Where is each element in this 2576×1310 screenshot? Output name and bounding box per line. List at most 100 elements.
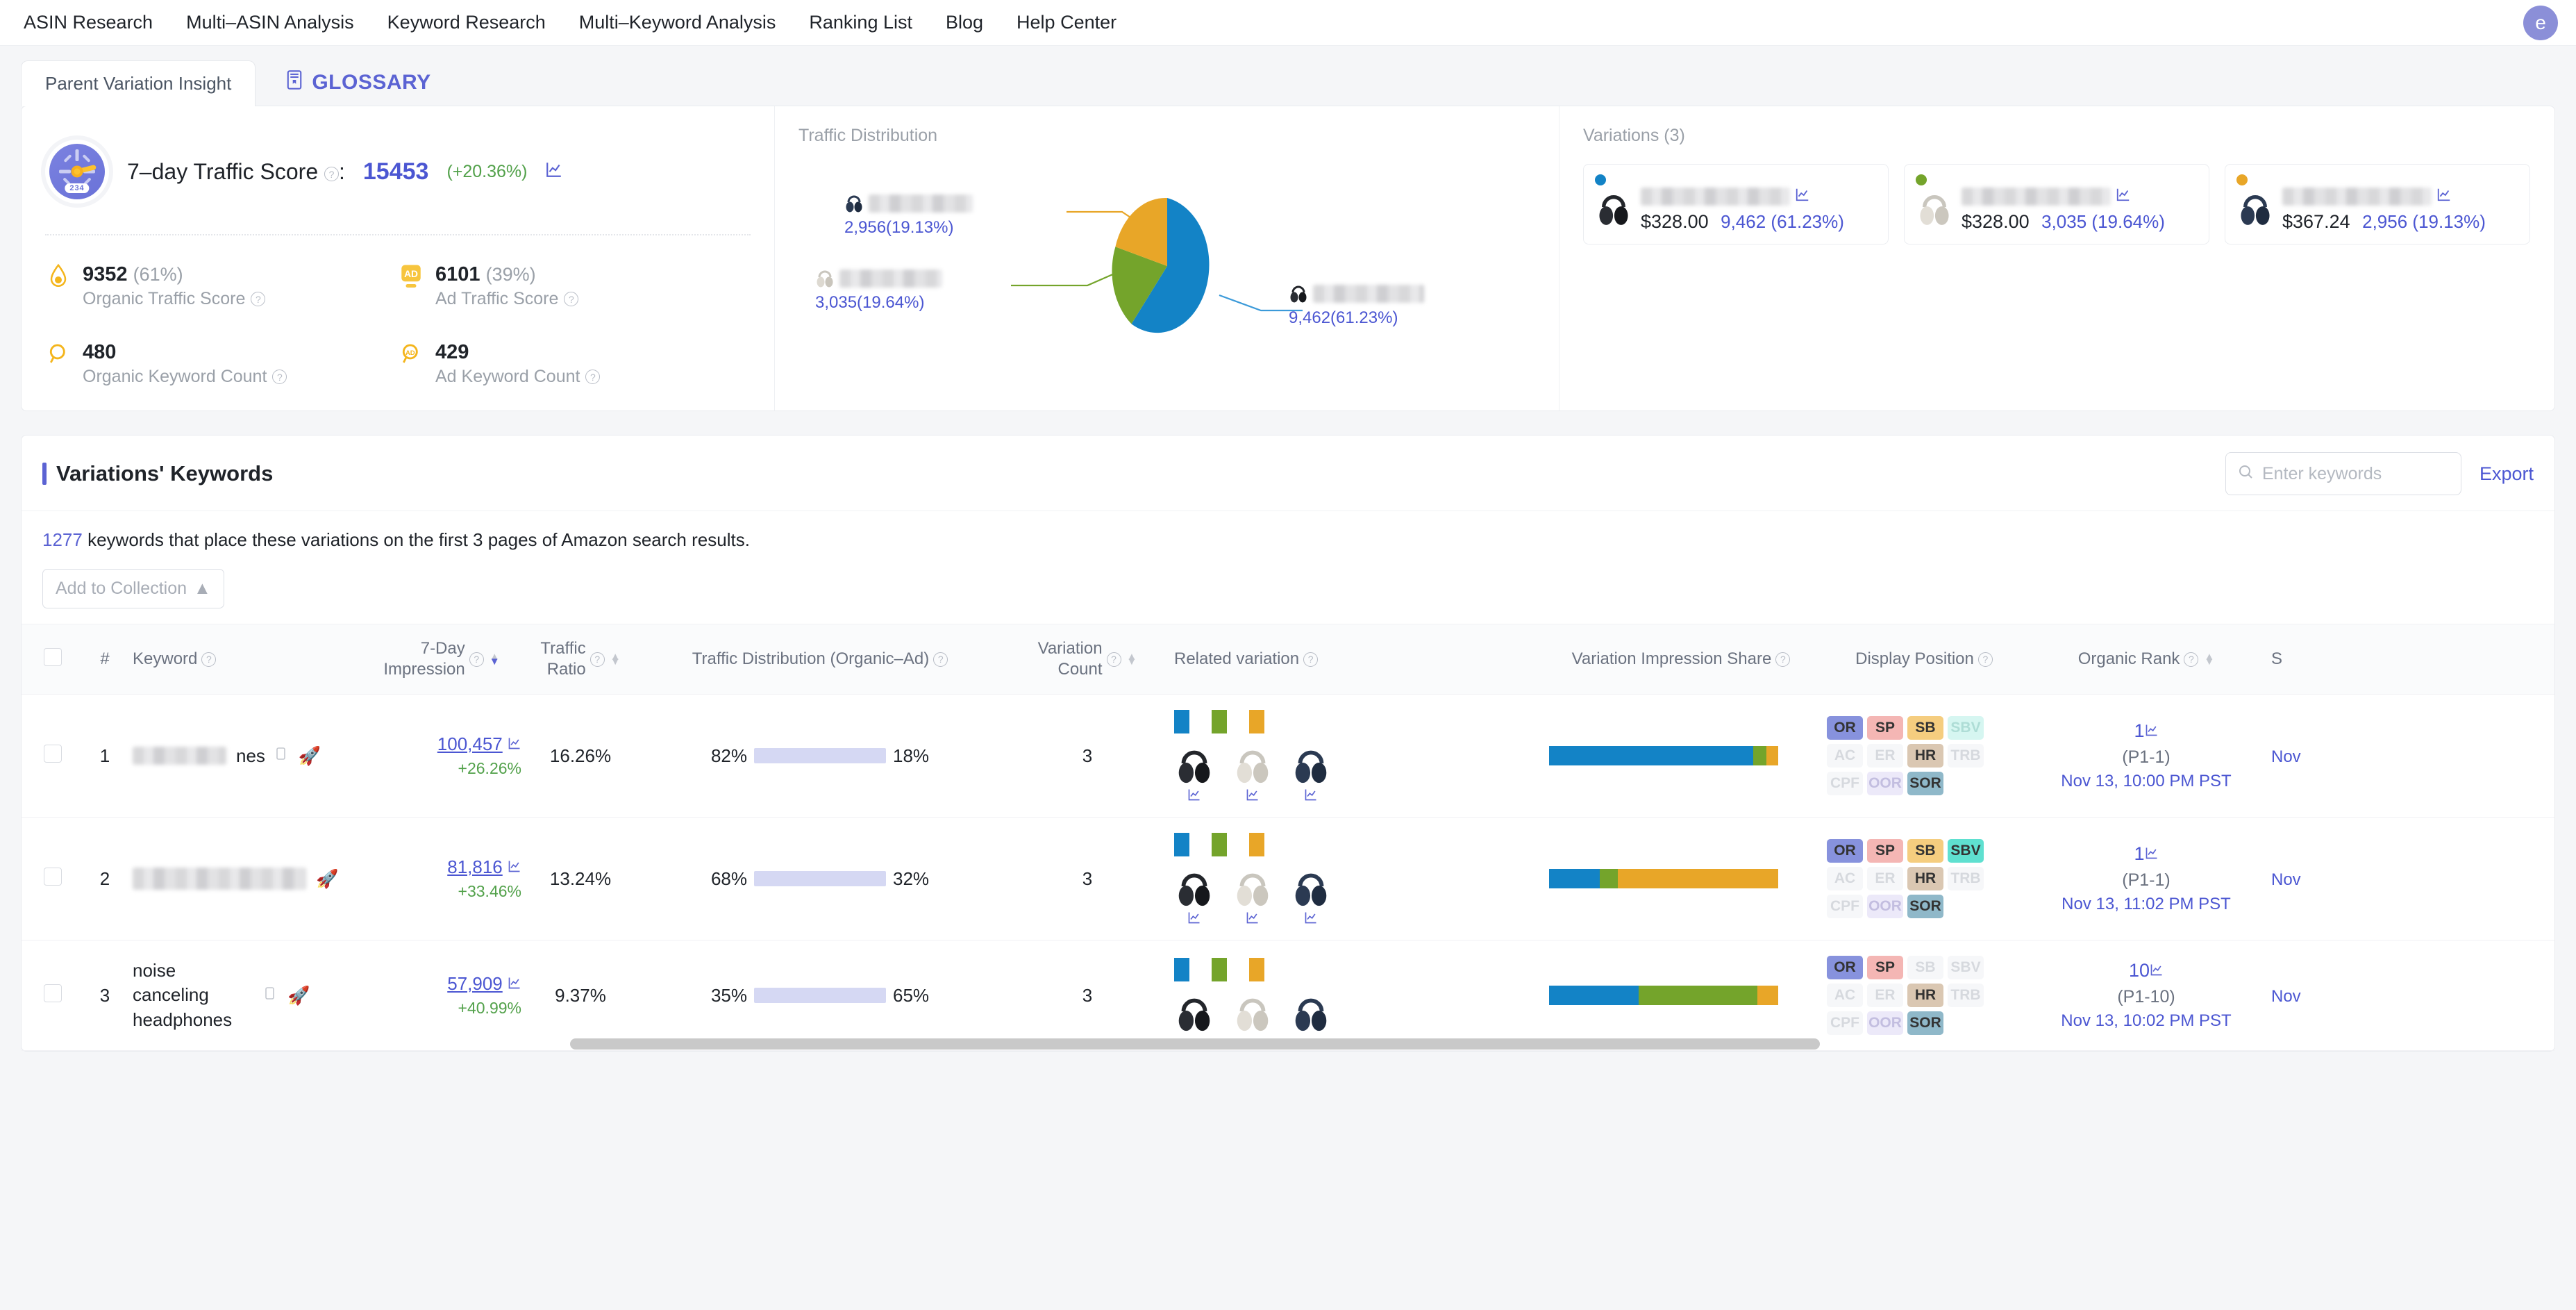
nav-item-multi-asin-analysis[interactable]: Multi–ASIN Analysis <box>186 12 354 33</box>
tab-parent-variation-insight[interactable]: Parent Variation Insight <box>21 60 256 106</box>
related-variation-navy[interactable] <box>1291 865 1331 925</box>
badge-SB[interactable]: SB <box>1907 839 1943 863</box>
help-icon[interactable]: ? <box>2184 652 2199 667</box>
badge-CPF[interactable]: CPF <box>1827 895 1863 918</box>
help-icon[interactable]: ? <box>589 652 605 667</box>
help-icon[interactable]: ? <box>251 292 266 306</box>
col-variation-count[interactable]: Variation Count? ▲ ▼ <box>1007 624 1167 695</box>
keywords-table-scroll[interactable]: # Keyword? 7-Day Impression? ▲ ▼ Traffic Rat… <box>22 624 2554 1051</box>
badge-HR[interactable]: HR <box>1907 867 1943 890</box>
help-icon[interactable]: ? <box>1106 652 1121 667</box>
badge-SP[interactable]: SP <box>1867 839 1903 863</box>
sort-control[interactable]: ▲ ▼ <box>2204 652 2214 667</box>
help-icon[interactable]: ? <box>564 292 579 306</box>
badge-OR[interactable]: OR <box>1827 956 1863 979</box>
sort-control[interactable]: ▲ ▼ <box>1127 652 1137 667</box>
badge-SOR[interactable]: SOR <box>1907 1011 1943 1035</box>
row-keyword[interactable]: nes <box>236 745 265 767</box>
help-icon[interactable]: ? <box>1775 652 1791 667</box>
related-variation-black[interactable] <box>1174 742 1214 802</box>
badge-SP[interactable]: SP <box>1867 956 1903 979</box>
trend-chart-icon[interactable] <box>1795 185 1810 206</box>
row-keyword[interactable]: noise canceling headphones <box>133 959 254 1031</box>
variation-card[interactable]: $367.24 2,956 (19.13%) <box>2225 164 2530 244</box>
nav-item-keyword-research[interactable]: Keyword Research <box>387 12 546 33</box>
help-icon[interactable]: ? <box>1977 652 1993 667</box>
badge-AC[interactable]: AC <box>1827 867 1863 890</box>
select-all-checkbox[interactable] <box>44 647 62 666</box>
badge-AC[interactable]: AC <box>1827 984 1863 1007</box>
row-checkbox[interactable] <box>44 984 62 1002</box>
help-icon[interactable]: ? <box>469 652 484 667</box>
help-icon[interactable]: ? <box>1303 652 1319 667</box>
badge-SOR[interactable]: SOR <box>1907 895 1943 918</box>
variation-card[interactable]: $328.00 3,035 (19.64%) <box>1904 164 2209 244</box>
search-box[interactable] <box>2225 452 2461 495</box>
row-impression[interactable]: 100,457 <box>437 733 503 754</box>
trend-chart-icon[interactable] <box>508 973 521 994</box>
related-variation-black[interactable] <box>1174 990 1214 1033</box>
badge-SBV[interactable]: SBV <box>1948 956 1984 979</box>
trend-chart-icon[interactable] <box>2145 843 2159 864</box>
help-icon[interactable]: ? <box>585 370 601 384</box>
rocket-icon[interactable]: 🚀 <box>316 868 338 890</box>
nav-item-multi-keyword-analysis[interactable]: Multi–Keyword Analysis <box>579 12 776 33</box>
row-impression[interactable]: 57,909 <box>447 973 503 994</box>
badge-TRB[interactable]: TRB <box>1948 867 1984 890</box>
nav-item-help-center[interactable]: Help Center <box>1017 12 1116 33</box>
glossary-link[interactable]: GLOSSARY <box>285 69 430 96</box>
badge-TRB[interactable]: TRB <box>1948 984 1984 1007</box>
copy-icon[interactable] <box>264 985 278 1006</box>
avatar[interactable]: e <box>2523 6 2558 40</box>
add-to-collection-button[interactable]: Add to Collection ▲ <box>42 569 224 608</box>
badge-SB[interactable]: SB <box>1907 956 1943 979</box>
nav-item-asin-research[interactable]: ASIN Research <box>24 12 153 33</box>
related-variation-navy[interactable] <box>1291 990 1331 1033</box>
trend-chart-icon[interactable] <box>508 856 521 877</box>
help-icon[interactable]: ? <box>933 652 948 667</box>
trend-chart-icon[interactable] <box>2116 185 2131 206</box>
badge-CPF[interactable]: CPF <box>1827 772 1863 795</box>
badge-ER[interactable]: ER <box>1867 867 1903 890</box>
sort-control[interactable]: ▲ ▼ <box>490 652 500 667</box>
badge-TRB[interactable]: TRB <box>1948 744 1984 768</box>
export-button[interactable]: Export <box>2479 463 2534 485</box>
related-variation-silver[interactable] <box>1232 990 1273 1033</box>
horizontal-scrollbar[interactable] <box>570 1038 1820 1050</box>
badge-OR[interactable]: OR <box>1827 839 1863 863</box>
nav-item-ranking-list[interactable]: Ranking List <box>809 12 912 33</box>
trend-chart-icon[interactable] <box>508 733 521 754</box>
related-variation-silver[interactable] <box>1232 865 1273 925</box>
badge-AC[interactable]: AC <box>1827 744 1863 768</box>
rocket-icon[interactable]: 🚀 <box>287 985 310 1006</box>
badge-CPF[interactable]: CPF <box>1827 1011 1863 1035</box>
col-organic-rank[interactable]: Organic Rank? ▲ ▼ <box>2028 624 2264 695</box>
badge-HR[interactable]: HR <box>1907 744 1943 768</box>
search-input[interactable] <box>2261 463 2450 484</box>
trend-chart-icon[interactable] <box>2436 185 2452 206</box>
help-icon[interactable]: ? <box>272 370 287 384</box>
copy-icon[interactable] <box>275 745 289 767</box>
related-variation-silver[interactable] <box>1232 742 1273 802</box>
nav-item-blog[interactable]: Blog <box>946 12 983 33</box>
badge-SB[interactable]: SB <box>1907 716 1943 740</box>
trend-chart-icon[interactable] <box>545 160 563 183</box>
badge-SBV[interactable]: SBV <box>1948 716 1984 740</box>
trend-chart-icon[interactable] <box>2145 720 2159 741</box>
badge-ER[interactable]: ER <box>1867 984 1903 1007</box>
sort-control[interactable]: ▲ ▼ <box>610 652 621 667</box>
help-icon[interactable]: ? <box>201 652 217 667</box>
row-checkbox[interactable] <box>44 744 62 763</box>
badge-ER[interactable]: ER <box>1867 744 1903 768</box>
badge-SBV[interactable]: SBV <box>1948 839 1984 863</box>
rocket-icon[interactable]: 🚀 <box>299 745 321 767</box>
row-impression[interactable]: 81,816 <box>447 856 503 877</box>
col-traffic-ratio[interactable]: Traffic Ratio? ▲ ▼ <box>528 624 633 695</box>
badge-OOR[interactable]: OOR <box>1867 772 1903 795</box>
trend-chart-icon[interactable] <box>2150 960 2164 981</box>
col-keyword[interactable]: Keyword? <box>126 624 355 695</box>
badge-OOR[interactable]: OOR <box>1867 1011 1903 1035</box>
badge-OOR[interactable]: OOR <box>1867 895 1903 918</box>
help-icon[interactable]: ? <box>324 167 339 181</box>
badge-SP[interactable]: SP <box>1867 716 1903 740</box>
